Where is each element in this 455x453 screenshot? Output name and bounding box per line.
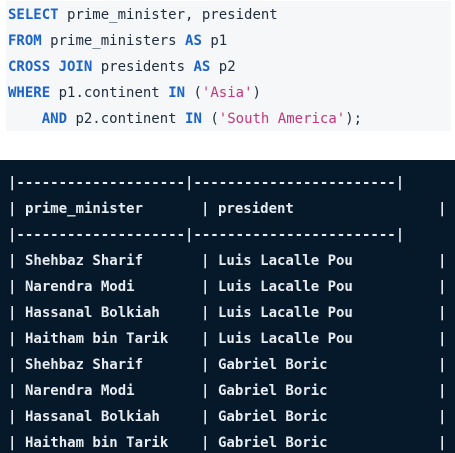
column-divider: |: [201, 435, 210, 451]
cell-prime-minister: Haitham bin Tarik: [25, 435, 169, 451]
keyword: AND: [41, 111, 68, 127]
code-text: presidents: [100, 59, 186, 75]
column-divider: |: [201, 409, 210, 425]
table-border: |--------------------|------------------…: [8, 175, 405, 191]
code-text: prime_minister, president: [67, 7, 278, 23]
column-divider: |: [438, 409, 447, 425]
sql-code-block: SELECT prime_minister, president FROM pr…: [6, 1, 451, 131]
column-divider: |: [438, 331, 447, 347]
table-row: | Haitham bin Tarik | Gabriel Boric |: [0, 430, 455, 453]
code-text: p1: [210, 33, 228, 49]
cell-president: Luis Lacalle Pou: [218, 279, 353, 295]
table-row: | Narendra Modi | Gabriel Boric |: [0, 378, 455, 404]
column-divider: |: [201, 279, 210, 295]
table-row: | Hassanal Bolkiah | Luis Lacalle Pou |: [0, 300, 455, 326]
column-divider: |: [438, 435, 447, 451]
code-line-3: CROSS JOIN presidents AS p2: [8, 55, 236, 79]
code-line-5: AND p2.continent IN ('South America');: [8, 107, 362, 131]
keyword: IN: [185, 111, 202, 127]
column-divider: |: [201, 253, 210, 269]
sql-exercise-view: SELECT prime_minister, president FROM pr…: [0, 0, 455, 453]
table-row: | Shehbaz Sharif | Gabriel Boric |: [0, 352, 455, 378]
column-divider: |: [201, 331, 210, 347]
column-header: prime_minister: [25, 201, 144, 217]
string-literal: 'Asia': [201, 85, 253, 101]
keyword: AS: [193, 59, 211, 75]
code-text: p1.continent: [58, 85, 160, 101]
cell-prime-minister: Narendra Modi: [25, 383, 135, 399]
table-row: | Hassanal Bolkiah | Gabriel Boric |: [0, 404, 455, 430]
column-divider: |: [201, 357, 210, 373]
column-divider: |: [8, 305, 17, 321]
column-divider: |: [438, 201, 447, 217]
column-divider: |: [8, 357, 17, 373]
code-text: p2.continent: [75, 111, 177, 127]
code-text: );: [345, 111, 363, 127]
cell-president: Gabriel Boric: [218, 435, 328, 451]
code-line-1: SELECT prime_minister, president: [8, 3, 278, 27]
code-line-4: WHERE p1.continent IN ('Asia'): [8, 81, 261, 105]
keyword: CROSS JOIN: [8, 59, 93, 75]
table-row: | Shehbaz Sharif | Luis Lacalle Pou |: [0, 248, 455, 274]
code-text: prime_ministers: [50, 33, 177, 49]
string-literal: 'South America': [218, 111, 346, 127]
cell-president: Gabriel Boric: [218, 383, 328, 399]
keyword: SELECT: [8, 7, 59, 23]
cell-president: Luis Lacalle Pou: [218, 331, 353, 347]
column-header: president: [218, 201, 294, 217]
keyword: FROM: [8, 33, 42, 49]
code-text: (: [193, 85, 202, 101]
column-divider: |: [438, 383, 447, 399]
column-divider: |: [201, 305, 210, 321]
cell-president: Gabriel Boric: [218, 357, 328, 373]
column-divider: |: [438, 357, 447, 373]
code-line-2: FROM prime_ministers AS p1: [8, 29, 227, 53]
column-divider: |: [8, 409, 17, 425]
column-divider: |: [8, 279, 17, 295]
column-divider: |: [438, 305, 447, 321]
column-divider: |: [8, 201, 17, 217]
cell-prime-minister: Haitham bin Tarik: [25, 331, 169, 347]
query-results-panel: |--------------------|------------------…: [0, 160, 455, 453]
code-text: ): [252, 85, 261, 101]
cell-prime-minister: Shehbaz Sharif: [25, 253, 144, 269]
keyword: AS: [185, 33, 202, 49]
column-divider: |: [8, 253, 17, 269]
keyword: IN: [168, 85, 186, 101]
column-divider: |: [201, 383, 210, 399]
column-divider: |: [8, 383, 17, 399]
cell-prime-minister: Shehbaz Sharif: [25, 357, 144, 373]
column-divider: |: [438, 279, 447, 295]
table-row: | Narendra Modi | Luis Lacalle Pou |: [0, 274, 455, 300]
cell-prime-minister: Narendra Modi: [25, 279, 135, 295]
cell-president: Gabriel Boric: [218, 409, 328, 425]
table-row: | Haitham bin Tarik | Luis Lacalle Pou |: [0, 326, 455, 352]
cell-president: Luis Lacalle Pou: [218, 253, 353, 269]
code-text: p2: [218, 59, 236, 75]
column-divider: |: [8, 331, 17, 347]
cell-prime-minister: Hassanal Bolkiah: [25, 305, 160, 321]
table-header-row: | prime_minister | president |: [0, 196, 455, 222]
keyword: WHERE: [8, 85, 51, 101]
column-divider: |: [8, 435, 17, 451]
table-border: |--------------------|------------------…: [8, 227, 405, 243]
column-divider: |: [438, 253, 447, 269]
cell-president: Luis Lacalle Pou: [218, 305, 353, 321]
code-text: (: [210, 111, 219, 127]
column-divider: |: [201, 201, 210, 217]
cell-prime-minister: Hassanal Bolkiah: [25, 409, 160, 425]
